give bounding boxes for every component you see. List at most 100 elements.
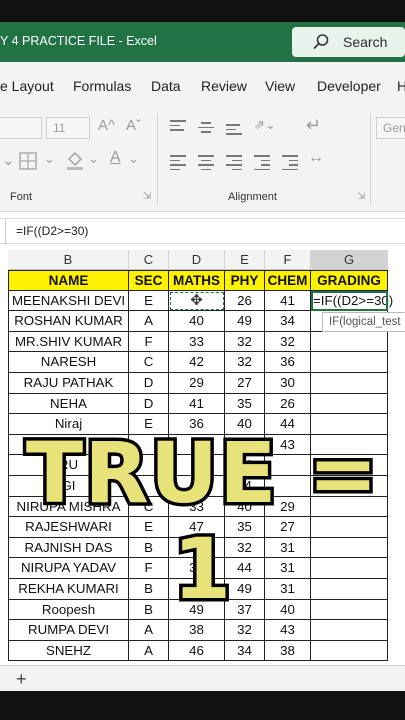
align-top-icon[interactable] bbox=[170, 120, 186, 134]
cell-sec[interactable]: A bbox=[129, 640, 169, 662]
cell-chem[interactable]: 43 bbox=[265, 620, 311, 641]
cell-maths[interactable]: 33 bbox=[169, 331, 225, 353]
fill-dropdown-icon[interactable]: ⌄ bbox=[88, 151, 99, 167]
cell-phy[interactable]: 34 bbox=[225, 640, 265, 662]
cell-grading[interactable] bbox=[311, 331, 388, 353]
header-sec[interactable]: SEC bbox=[129, 270, 169, 291]
cell-name[interactable]: ROSHAN KUMAR bbox=[8, 311, 129, 332]
cell-chem[interactable]: 26 bbox=[265, 393, 311, 415]
decrease-indent-icon[interactable] bbox=[254, 155, 270, 173]
font-color-dropdown-icon[interactable]: ⌄ bbox=[128, 151, 139, 167]
align-bottom-icon[interactable] bbox=[226, 124, 242, 138]
align-middle-icon[interactable] bbox=[198, 122, 214, 136]
header-maths[interactable]: MATHS bbox=[169, 270, 225, 291]
cell-maths[interactable]: 41 bbox=[169, 393, 225, 415]
cell-phy[interactable]: 27 bbox=[225, 373, 265, 394]
cell-chem[interactable]: 38 bbox=[265, 640, 311, 662]
cell-grading[interactable] bbox=[311, 373, 388, 394]
borders-dropdown-icon[interactable]: ⌄ bbox=[44, 151, 55, 167]
cell-grading[interactable] bbox=[311, 393, 388, 415]
col-header-b[interactable]: B bbox=[8, 250, 129, 270]
cell-chem[interactable]: 34 bbox=[265, 311, 311, 332]
cell-sec[interactable]: D bbox=[129, 393, 169, 415]
cell-maths[interactable]: ✥ bbox=[169, 290, 225, 312]
cell-name[interactable]: MEENAKSHI DEVI bbox=[8, 290, 129, 312]
cell-maths[interactable]: 29 bbox=[169, 373, 225, 394]
cell-maths[interactable]: 46 bbox=[169, 640, 225, 662]
alignment-dialog-launcher-icon[interactable]: ⇲ bbox=[357, 191, 365, 202]
font-size-combo[interactable]: 11 bbox=[46, 117, 90, 139]
tab-help[interactable]: H bbox=[397, 78, 405, 94]
grow-font-button[interactable]: A^ bbox=[98, 117, 115, 134]
cell-name[interactable]: NARESH bbox=[8, 352, 129, 373]
cell-phy[interactable]: 26 bbox=[225, 290, 265, 312]
search-box[interactable]: Search bbox=[292, 27, 405, 57]
tab-formulas[interactable]: Formulas bbox=[73, 78, 131, 94]
header-phy[interactable]: PHY bbox=[225, 270, 265, 291]
cell-chem[interactable]: 30 bbox=[265, 373, 311, 394]
font-dialog-launcher-icon[interactable]: ⇲ bbox=[143, 191, 151, 202]
formula-content[interactable]: =IF((D2>=30) bbox=[16, 224, 88, 238]
tab-view[interactable]: View bbox=[265, 78, 295, 94]
top-black-bar bbox=[0, 0, 405, 22]
cell-sec[interactable]: A bbox=[129, 620, 169, 641]
fill-color-icon[interactable] bbox=[64, 149, 86, 171]
cell-sec[interactable]: E bbox=[129, 290, 169, 312]
align-right-icon[interactable] bbox=[226, 155, 242, 173]
formula-bar[interactable]: =IF((D2>=30) bbox=[0, 218, 405, 245]
merge-center-icon[interactable]: ↔ bbox=[308, 149, 324, 167]
cell-name[interactable]: NEHA bbox=[8, 393, 129, 415]
header-grading[interactable]: GRADING bbox=[311, 270, 388, 291]
col-header-c[interactable]: C bbox=[129, 250, 169, 270]
cell-name[interactable]: SNEHZ bbox=[8, 640, 129, 662]
header-chem[interactable]: CHEM bbox=[265, 270, 311, 291]
name-box-edge bbox=[0, 219, 6, 245]
cell-phy[interactable]: 32 bbox=[225, 620, 265, 641]
col-header-f[interactable]: F bbox=[265, 250, 311, 270]
number-format-combo[interactable]: Gene bbox=[376, 117, 405, 139]
add-sheet-button[interactable]: + bbox=[16, 669, 27, 690]
cell-phy[interactable]: 35 bbox=[225, 393, 265, 415]
col-header-g[interactable]: G bbox=[311, 250, 388, 270]
col-header-e[interactable]: E bbox=[225, 250, 265, 270]
increase-indent-icon[interactable] bbox=[282, 155, 298, 173]
cell-name[interactable]: MR.SHIV KUMAR bbox=[8, 331, 129, 353]
overlay-caption: TRUE = 1 bbox=[22, 422, 381, 621]
cell-chem[interactable]: 36 bbox=[265, 352, 311, 373]
cursor-icon: ✥ bbox=[190, 291, 203, 309]
header-name[interactable]: NAME bbox=[8, 270, 129, 291]
cell-maths[interactable]: 42 bbox=[169, 352, 225, 373]
cell-name[interactable]: RUMPA DEVI bbox=[8, 620, 129, 641]
cell-chem[interactable]: 41 bbox=[265, 290, 311, 312]
orientation-icon[interactable]: ⇗⌄ bbox=[254, 117, 276, 133]
cell-phy[interactable]: 32 bbox=[225, 352, 265, 373]
cell-grading[interactable] bbox=[311, 620, 388, 641]
cell-sec[interactable]: A bbox=[129, 311, 169, 332]
tab-data[interactable]: Data bbox=[151, 78, 181, 94]
cell-sec[interactable]: D bbox=[129, 373, 169, 394]
cell-maths[interactable]: 40 bbox=[169, 311, 225, 332]
tab-developer[interactable]: Developer bbox=[317, 78, 381, 94]
cell-grading[interactable] bbox=[311, 352, 388, 373]
tab-page-layout[interactable]: e Layout bbox=[0, 78, 54, 94]
cell-name[interactable]: RAJU PATHAK bbox=[8, 373, 129, 394]
cell-sec[interactable]: C bbox=[129, 352, 169, 373]
wrap-text-icon[interactable]: ↵ bbox=[306, 115, 321, 136]
bottom-black-bar bbox=[0, 691, 405, 720]
align-center-icon[interactable] bbox=[198, 155, 214, 173]
align-left-icon[interactable] bbox=[170, 155, 186, 173]
col-header-d[interactable]: D bbox=[169, 250, 225, 270]
border-chevron-icon[interactable]: ⌄ bbox=[2, 151, 15, 169]
cell-phy[interactable]: 32 bbox=[225, 331, 265, 353]
cell-grading[interactable] bbox=[311, 640, 388, 662]
tab-review[interactable]: Review bbox=[201, 78, 247, 94]
cell-sec[interactable]: F bbox=[129, 331, 169, 353]
cell-grading[interactable]: =IF((D2>=30) bbox=[311, 290, 393, 312]
cell-phy[interactable]: 49 bbox=[225, 311, 265, 332]
font-name-combo[interactable] bbox=[0, 117, 42, 139]
shrink-font-button[interactable]: Aˇ bbox=[126, 117, 141, 134]
borders-icon[interactable] bbox=[18, 151, 40, 171]
cell-chem[interactable]: 32 bbox=[265, 331, 311, 353]
cell-maths[interactable]: 38 bbox=[169, 620, 225, 641]
font-color-icon[interactable]: A bbox=[110, 149, 121, 167]
